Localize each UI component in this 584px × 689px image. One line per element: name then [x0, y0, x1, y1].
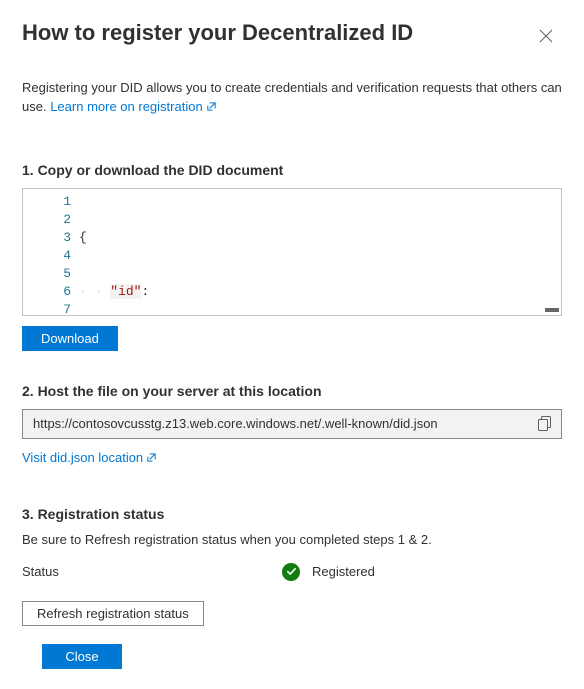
status-label: Status [22, 564, 270, 579]
code-body: { · · "id": · · "@context": [ · · · · "h… [79, 189, 561, 315]
external-link-icon [206, 99, 217, 118]
host-url-input[interactable] [23, 416, 527, 431]
learn-more-link[interactable]: Learn more on registration [50, 99, 216, 114]
step3-heading: 3. Registration status [22, 506, 562, 522]
success-icon [282, 563, 300, 581]
refresh-status-button[interactable]: Refresh registration status [22, 601, 204, 626]
external-link-icon [146, 451, 157, 466]
close-button[interactable] [530, 20, 562, 52]
visit-didjson-label: Visit did.json location [22, 450, 143, 465]
did-document-code[interactable]: 1234567 { · · "id": · · "@context": [ · … [22, 188, 562, 316]
status-note: Be sure to Refresh registration status w… [22, 532, 562, 547]
panel-footer: Close [22, 644, 562, 669]
status-row: Status Registered [22, 563, 562, 581]
intro-text: Registering your DID allows you to creat… [22, 79, 562, 118]
step3-section: 3. Registration status Be sure to Refres… [22, 506, 562, 626]
step1-heading: 1. Copy or download the DID document [22, 162, 562, 178]
horizontal-scrollbar-thumb[interactable] [545, 308, 559, 312]
panel-title: How to register your Decentralized ID [22, 20, 413, 46]
learn-more-label: Learn more on registration [50, 99, 202, 114]
step1-section: 1. Copy or download the DID document 123… [22, 162, 562, 351]
close-panel-button[interactable]: Close [42, 644, 122, 669]
code-gutter: 1234567 [23, 189, 79, 315]
visit-didjson-link[interactable]: Visit did.json location [22, 450, 157, 465]
download-button[interactable]: Download [22, 326, 118, 351]
status-value: Registered [312, 564, 375, 579]
step2-section: 2. Host the file on your server at this … [22, 383, 562, 466]
copy-icon [538, 416, 551, 431]
register-did-panel: How to register your Decentralized ID Re… [0, 0, 584, 689]
panel-header: How to register your Decentralized ID [22, 20, 562, 66]
step2-heading: 2. Host the file on your server at this … [22, 383, 562, 399]
close-icon [539, 29, 553, 43]
copy-button[interactable] [527, 410, 561, 438]
host-url-field [22, 409, 562, 439]
